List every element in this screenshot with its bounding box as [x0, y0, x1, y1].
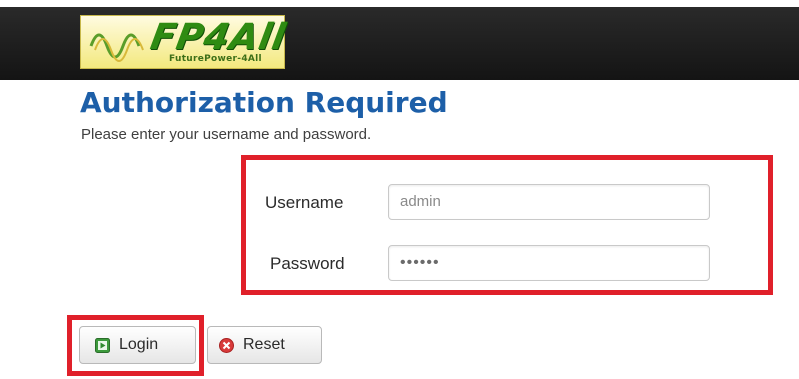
cancel-icon	[219, 337, 234, 353]
logo-tagline: FuturePower-4All	[169, 54, 262, 64]
play-icon	[95, 337, 110, 353]
reset-button[interactable]: Reset	[207, 326, 322, 364]
password-mask: ••••••	[400, 254, 440, 271]
brand-logo[interactable]: FP4All FuturePower-4All	[80, 15, 289, 69]
password-field[interactable]: ••••••	[388, 245, 710, 281]
reset-label: Reset	[243, 336, 285, 353]
login-button[interactable]: Login	[79, 326, 196, 364]
password-label: Password	[270, 254, 345, 273]
logo-text: FP4All	[147, 17, 290, 58]
page-subtitle: Please enter your username and password.	[81, 126, 372, 143]
username-field[interactable]: admin	[388, 184, 710, 220]
login-label: Login	[119, 336, 159, 353]
page-title: Authorization Required	[80, 86, 448, 119]
header-bar: FP4All FuturePower-4All	[0, 7, 799, 80]
username-label: Username	[265, 193, 344, 212]
username-value: admin	[400, 193, 441, 210]
